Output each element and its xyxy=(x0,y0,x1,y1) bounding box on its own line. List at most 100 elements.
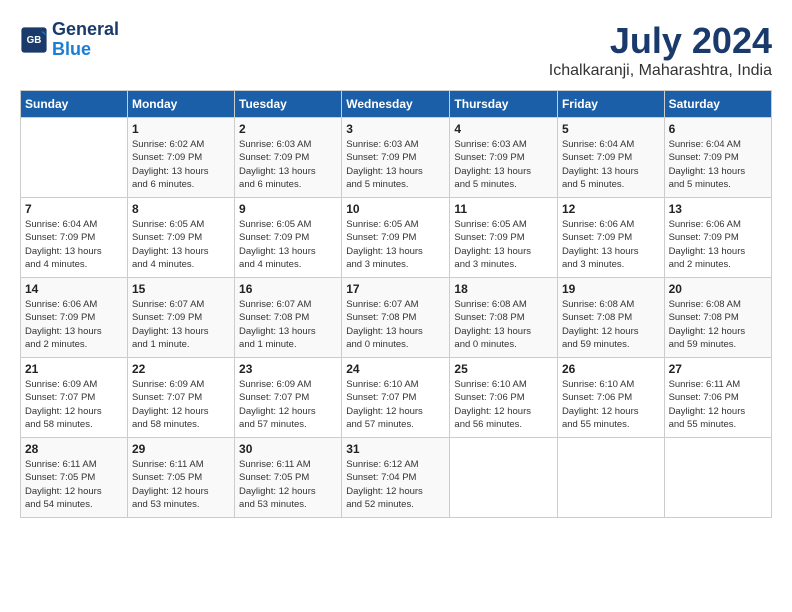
day-number: 18 xyxy=(454,282,553,296)
logo-blue: Blue xyxy=(52,40,119,60)
day-number: 23 xyxy=(239,362,337,376)
calendar-week-row: 14 Sunrise: 6:06 AM Sunset: 7:09 PM Dayli… xyxy=(21,278,772,358)
day-info: Sunrise: 6:04 AM Sunset: 7:09 PM Dayligh… xyxy=(669,138,767,191)
calendar-cell: 17 Sunrise: 6:07 AM Sunset: 7:08 PM Dayli… xyxy=(342,278,450,358)
day-number: 3 xyxy=(346,122,445,136)
calendar-week-row: 7 Sunrise: 6:04 AM Sunset: 7:09 PM Daylig… xyxy=(21,198,772,278)
calendar-cell: 15 Sunrise: 6:07 AM Sunset: 7:09 PM Dayli… xyxy=(127,278,234,358)
calendar-cell: 10Sunrise: 6:05 AM Sunset: 7:09 PM Dayli… xyxy=(342,198,450,278)
day-info: Sunrise: 6:11 AM Sunset: 7:06 PM Dayligh… xyxy=(669,378,767,431)
day-number: 28 xyxy=(25,442,123,456)
weekday-header-cell: Wednesday xyxy=(342,91,450,118)
day-number: 16 xyxy=(239,282,337,296)
calendar-cell: 13 Sunrise: 6:06 AM Sunset: 7:09 PM Dayli… xyxy=(664,198,771,278)
calendar-cell: 23Sunrise: 6:09 AM Sunset: 7:07 PM Dayli… xyxy=(235,358,342,438)
day-number: 21 xyxy=(25,362,123,376)
calendar-cell: 19 Sunrise: 6:08 AM Sunset: 7:08 PM Dayli… xyxy=(557,278,664,358)
day-number: 15 xyxy=(132,282,230,296)
day-number: 1 xyxy=(132,122,230,136)
day-number: 29 xyxy=(132,442,230,456)
calendar-cell: 7 Sunrise: 6:04 AM Sunset: 7:09 PM Daylig… xyxy=(21,198,128,278)
weekday-header-cell: Tuesday xyxy=(235,91,342,118)
weekday-header-cell: Sunday xyxy=(21,91,128,118)
day-info: Sunrise: 6:06 AM Sunset: 7:09 PM Dayligh… xyxy=(25,298,123,351)
day-info: Sunrise: 6:11 AM Sunset: 7:05 PM Dayligh… xyxy=(25,458,123,511)
day-info: Sunrise: 6:05 AM Sunset: 7:09 PM Dayligh… xyxy=(132,218,230,271)
day-info: Sunrise: 6:04 AM Sunset: 7:09 PM Dayligh… xyxy=(25,218,123,271)
day-number: 9 xyxy=(239,202,337,216)
day-number: 31 xyxy=(346,442,445,456)
calendar-cell: 2 Sunrise: 6:03 AM Sunset: 7:09 PM Daylig… xyxy=(235,118,342,198)
day-info: Sunrise: 6:10 AM Sunset: 7:06 PM Dayligh… xyxy=(562,378,660,431)
day-info: Sunrise: 6:03 AM Sunset: 7:09 PM Dayligh… xyxy=(239,138,337,191)
day-info: Sunrise: 6:10 AM Sunset: 7:06 PM Dayligh… xyxy=(454,378,553,431)
svg-text:GB: GB xyxy=(27,35,42,46)
header: GB General Blue July 2024 Ichalkaranji, … xyxy=(20,20,772,80)
calendar-cell: 29 Sunrise: 6:11 AM Sunset: 7:05 PM Dayli… xyxy=(127,438,234,518)
day-number: 6 xyxy=(669,122,767,136)
calendar-cell: 1 Sunrise: 6:02 AM Sunset: 7:09 PM Daylig… xyxy=(127,118,234,198)
calendar-cell: 27 Sunrise: 6:11 AM Sunset: 7:06 PM Dayli… xyxy=(664,358,771,438)
day-number: 30 xyxy=(239,442,337,456)
day-info: Sunrise: 6:07 AM Sunset: 7:08 PM Dayligh… xyxy=(346,298,445,351)
day-number: 26 xyxy=(562,362,660,376)
calendar-cell: 8 Sunrise: 6:05 AM Sunset: 7:09 PM Daylig… xyxy=(127,198,234,278)
month-title: July 2024 xyxy=(549,20,772,62)
weekday-header-row: SundayMondayTuesdayWednesdayThursdayFrid… xyxy=(21,91,772,118)
day-info: Sunrise: 6:06 AM Sunset: 7:09 PM Dayligh… xyxy=(562,218,660,271)
day-info: Sunrise: 6:12 AM Sunset: 7:04 PM Dayligh… xyxy=(346,458,445,511)
calendar-cell xyxy=(21,118,128,198)
day-number: 13 xyxy=(669,202,767,216)
calendar-cell xyxy=(557,438,664,518)
day-info: Sunrise: 6:09 AM Sunset: 7:07 PM Dayligh… xyxy=(132,378,230,431)
calendar-cell: 30 Sunrise: 6:11 AM Sunset: 7:05 PM Dayli… xyxy=(235,438,342,518)
title-area: July 2024 Ichalkaranji, Maharashtra, Ind… xyxy=(549,20,772,80)
calendar-cell: 16 Sunrise: 6:07 AM Sunset: 7:08 PM Dayli… xyxy=(235,278,342,358)
calendar-cell: 28 Sunrise: 6:11 AM Sunset: 7:05 PM Dayli… xyxy=(21,438,128,518)
day-info: Sunrise: 6:06 AM Sunset: 7:09 PM Dayligh… xyxy=(669,218,767,271)
day-number: 7 xyxy=(25,202,123,216)
day-info: Sunrise: 6:07 AM Sunset: 7:09 PM Dayligh… xyxy=(132,298,230,351)
day-number: 2 xyxy=(239,122,337,136)
calendar-cell: 25 Sunrise: 6:10 AM Sunset: 7:06 PM Dayli… xyxy=(450,358,558,438)
day-number: 20 xyxy=(669,282,767,296)
weekday-header-cell: Saturday xyxy=(664,91,771,118)
day-number: 14 xyxy=(25,282,123,296)
day-info: Sunrise: 6:05 AM Sunset: 7:09 PM Dayligh… xyxy=(454,218,553,271)
calendar-cell: 31 Sunrise: 6:12 AM Sunset: 7:04 PM Dayli… xyxy=(342,438,450,518)
day-info: Sunrise: 6:03 AM Sunset: 7:09 PM Dayligh… xyxy=(346,138,445,191)
calendar-cell: 4Sunrise: 6:03 AM Sunset: 7:09 PM Daylig… xyxy=(450,118,558,198)
calendar-cell: 3 Sunrise: 6:03 AM Sunset: 7:09 PM Daylig… xyxy=(342,118,450,198)
day-info: Sunrise: 6:02 AM Sunset: 7:09 PM Dayligh… xyxy=(132,138,230,191)
calendar-week-row: 1 Sunrise: 6:02 AM Sunset: 7:09 PM Daylig… xyxy=(21,118,772,198)
day-info: Sunrise: 6:08 AM Sunset: 7:08 PM Dayligh… xyxy=(669,298,767,351)
calendar-cell: 6 Sunrise: 6:04 AM Sunset: 7:09 PM Daylig… xyxy=(664,118,771,198)
day-info: Sunrise: 6:03 AM Sunset: 7:09 PM Dayligh… xyxy=(454,138,553,191)
calendar-cell: 14 Sunrise: 6:06 AM Sunset: 7:09 PM Dayli… xyxy=(21,278,128,358)
calendar-cell xyxy=(450,438,558,518)
day-info: Sunrise: 6:04 AM Sunset: 7:09 PM Dayligh… xyxy=(562,138,660,191)
day-info: Sunrise: 6:11 AM Sunset: 7:05 PM Dayligh… xyxy=(239,458,337,511)
day-number: 25 xyxy=(454,362,553,376)
weekday-header-cell: Thursday xyxy=(450,91,558,118)
day-info: Sunrise: 6:05 AM Sunset: 7:09 PM Dayligh… xyxy=(239,218,337,271)
day-number: 17 xyxy=(346,282,445,296)
calendar-cell: 20 Sunrise: 6:08 AM Sunset: 7:08 PM Dayli… xyxy=(664,278,771,358)
day-number: 27 xyxy=(669,362,767,376)
day-number: 22 xyxy=(132,362,230,376)
calendar-cell: 26 Sunrise: 6:10 AM Sunset: 7:06 PM Dayli… xyxy=(557,358,664,438)
day-number: 8 xyxy=(132,202,230,216)
day-info: Sunrise: 6:08 AM Sunset: 7:08 PM Dayligh… xyxy=(454,298,553,351)
calendar-cell: 12 Sunrise: 6:06 AM Sunset: 7:09 PM Dayli… xyxy=(557,198,664,278)
day-number: 19 xyxy=(562,282,660,296)
day-number: 10 xyxy=(346,202,445,216)
day-number: 11 xyxy=(454,202,553,216)
calendar-cell: 21Sunrise: 6:09 AM Sunset: 7:07 PM Dayli… xyxy=(21,358,128,438)
day-info: Sunrise: 6:11 AM Sunset: 7:05 PM Dayligh… xyxy=(132,458,230,511)
day-info: Sunrise: 6:08 AM Sunset: 7:08 PM Dayligh… xyxy=(562,298,660,351)
calendar-week-row: 28 Sunrise: 6:11 AM Sunset: 7:05 PM Dayli… xyxy=(21,438,772,518)
calendar-cell: 22 Sunrise: 6:09 AM Sunset: 7:07 PM Dayli… xyxy=(127,358,234,438)
day-info: Sunrise: 6:07 AM Sunset: 7:08 PM Dayligh… xyxy=(239,298,337,351)
day-number: 12 xyxy=(562,202,660,216)
weekday-header-cell: Friday xyxy=(557,91,664,118)
